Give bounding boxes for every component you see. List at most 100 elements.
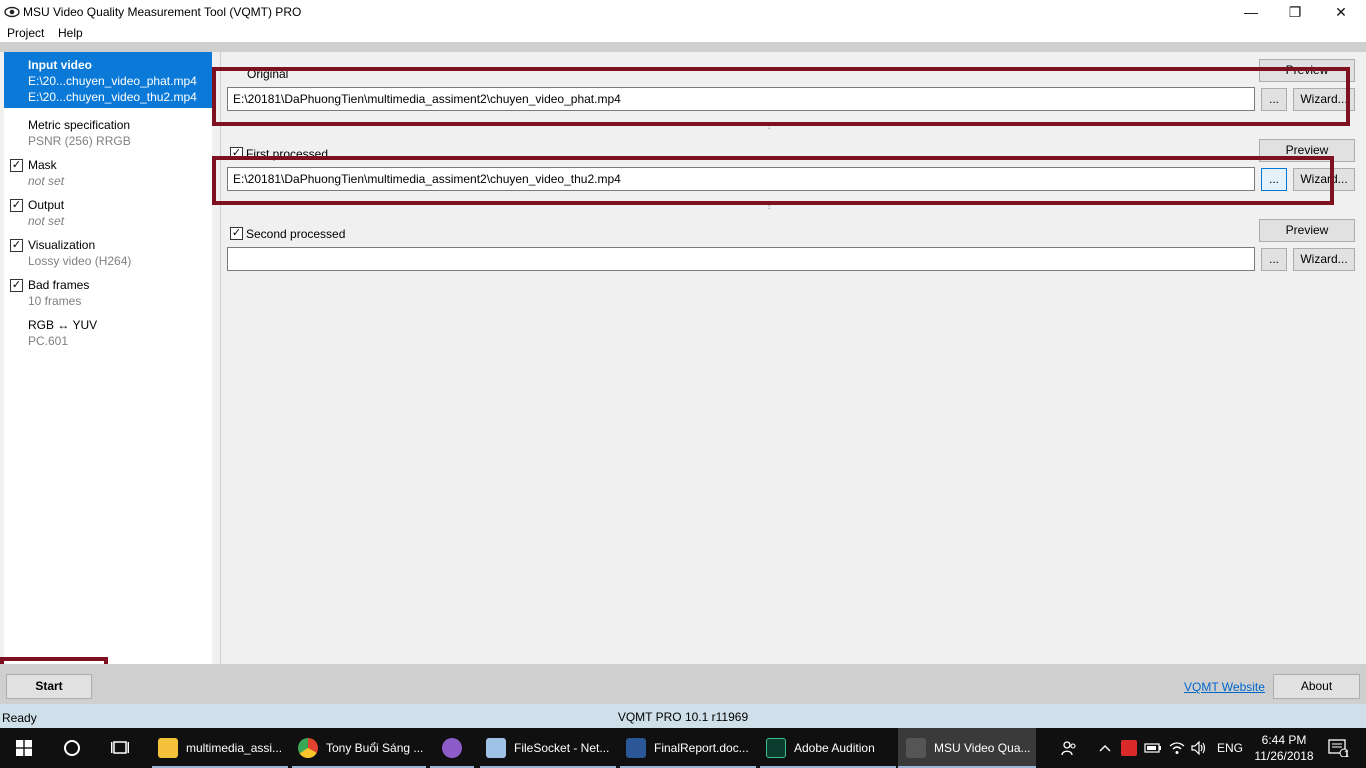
start-menu-button[interactable]	[0, 728, 48, 768]
menu-project[interactable]: Project	[7, 26, 44, 40]
sidebar-item-mask[interactable]: ✓ Mask not set	[4, 152, 212, 192]
taskbar-app-word[interactable]: FinalReport.doc...	[620, 728, 756, 768]
minimize-button[interactable]: —	[1228, 0, 1274, 24]
taskbar-app-filesocket[interactable]: FileSocket - Net...	[480, 728, 616, 768]
restore-button[interactable]: ❐	[1272, 0, 1318, 24]
second-wizard-button[interactable]: Wizard...	[1293, 248, 1355, 271]
people-glyph-icon	[1061, 741, 1076, 756]
taskbar-app-audition[interactable]: Adobe Audition	[760, 728, 896, 768]
sidebar-item-label: Input video	[28, 58, 92, 72]
wifi-icon[interactable]	[1166, 728, 1188, 768]
swap-arrow-icon[interactable]: ↕	[767, 202, 771, 211]
input-video-panel: Original Preview E:\20181\DaPhuongTien\m…	[220, 52, 1362, 664]
sidebar-item-original-path: E:\20...chuyen_video_phat.mp4	[28, 74, 197, 88]
taskbar-app-label: Adobe Audition	[794, 741, 875, 755]
show-hidden-icons-button[interactable]	[1094, 728, 1116, 768]
eye-icon	[906, 738, 926, 758]
first-browse-button[interactable]: ...	[1261, 168, 1287, 191]
task-view-icon	[111, 741, 129, 754]
start-button[interactable]: Start	[6, 674, 92, 699]
second-processed-checkbox[interactable]: ✓	[230, 227, 243, 240]
first-processed-checkbox[interactable]: ✓	[230, 147, 243, 160]
sidebar-item-label: RGB ↔ YUV	[28, 318, 98, 332]
original-path-field[interactable]: E:\20181\DaPhuongTien\multimedia_assimen…	[227, 87, 1255, 111]
sidebar-item-value: PC.601	[28, 334, 69, 348]
sidebar-item-processed-path: E:\20...chuyen_video_thu2.mp4	[28, 90, 197, 104]
menu-help[interactable]: Help	[58, 26, 83, 40]
word-icon	[626, 738, 646, 758]
cube-icon	[486, 738, 506, 758]
windows-logo-icon	[16, 740, 32, 756]
sidebar-item-input-video[interactable]: Input video E:\20...chuyen_video_phat.mp…	[4, 52, 212, 108]
speaker-icon	[1191, 741, 1206, 755]
sidebar-item-label: Metric specification	[28, 118, 131, 132]
status-bar: Ready VQMT PRO 10.1 r11969	[0, 704, 1366, 728]
vqmt-website-link[interactable]: VQMT Website	[1184, 680, 1265, 694]
restore-icon: ❐	[1288, 3, 1302, 20]
taskbar-app-label: MSU Video Qua...	[934, 741, 1031, 755]
about-button[interactable]: About	[1273, 674, 1360, 699]
visualization-checkbox[interactable]: ✓	[10, 239, 23, 252]
sidebar-item-bad-frames[interactable]: ✓ Bad frames 10 frames	[4, 272, 212, 312]
original-browse-button[interactable]: ...	[1261, 88, 1287, 111]
output-checkbox[interactable]: ✓	[10, 199, 23, 212]
swap-arrow-icon[interactable]: ↕	[767, 122, 771, 131]
action-center-button[interactable]: 1	[1318, 728, 1358, 768]
sidebar-item-visualization[interactable]: ✓ Visualization Lossy video (H264)	[4, 232, 212, 272]
vivaldi-tray-icon[interactable]	[1118, 728, 1140, 768]
windows-taskbar: multimedia_assi... Tony Buổi Sáng ... Fi…	[0, 728, 1366, 768]
taskbar-app-vqmt[interactable]: MSU Video Qua...	[898, 728, 1036, 768]
folder-icon	[158, 738, 178, 758]
original-label: Original	[247, 67, 289, 81]
first-wizard-button[interactable]: Wizard...	[1293, 168, 1355, 191]
first-preview-button[interactable]: Preview	[1259, 139, 1355, 162]
original-preview-button[interactable]: Preview	[1259, 59, 1355, 82]
second-browse-button[interactable]: ...	[1261, 248, 1287, 271]
notification-count: 1	[1344, 749, 1350, 759]
first-processed-path-field[interactable]: E:\20181\DaPhuongTien\multimedia_assimen…	[227, 167, 1255, 191]
taskbar-app-label: Tony Buổi Sáng ...	[326, 741, 424, 755]
taskbar-app-purple[interactable]	[430, 728, 474, 768]
second-processed-label: Second processed	[246, 227, 346, 241]
first-processed-label: First processed	[246, 147, 329, 161]
close-button[interactable]: ✕	[1318, 0, 1364, 24]
sidebar-item-rgb-yuv[interactable]: RGB ↔ YUV PC.601	[4, 312, 212, 352]
close-icon: ✕	[1335, 3, 1347, 20]
taskbar-app-label: multimedia_assi...	[186, 741, 283, 755]
sidebar-item-value: 10 frames	[28, 294, 82, 308]
minimize-icon: —	[1244, 4, 1258, 20]
language-indicator[interactable]: ENG	[1212, 728, 1248, 768]
sidebar-item-label: Output	[28, 198, 65, 212]
battery-icon[interactable]	[1142, 728, 1164, 768]
taskbar-app-chrome[interactable]: Tony Buổi Sáng ...	[292, 728, 426, 768]
taskbar-app-explorer[interactable]: multimedia_assi...	[152, 728, 288, 768]
mask-checkbox[interactable]: ✓	[10, 159, 23, 172]
chevron-up-icon	[1099, 745, 1111, 752]
sidebar-item-output[interactable]: ✓ Output not set	[4, 192, 212, 232]
audition-icon	[766, 738, 786, 758]
toolbar-separator	[0, 42, 1366, 52]
sidebar-item-value: not set	[28, 214, 65, 228]
second-preview-button[interactable]: Preview	[1259, 219, 1355, 242]
taskbar-app-label: FileSocket - Net...	[514, 741, 610, 755]
volume-icon[interactable]	[1188, 728, 1210, 768]
people-icon[interactable]	[1052, 728, 1086, 768]
second-processed-path-field[interactable]	[227, 247, 1255, 271]
clock[interactable]: 6:44 PM 11/26/2018	[1252, 732, 1316, 764]
original-wizard-button[interactable]: Wizard...	[1293, 88, 1355, 111]
battery-glyph-icon	[1144, 743, 1161, 753]
task-view-button[interactable]	[96, 728, 144, 768]
menu-bar: Project Help	[0, 24, 1366, 42]
version-text: VQMT PRO 10.1 r11969	[617, 710, 749, 724]
clock-date: 11/26/2018	[1254, 749, 1314, 763]
sidebar-item-metric[interactable]: Metric specification PSNR (256) RRGB	[4, 112, 212, 152]
sidebar-item-value: not set	[28, 174, 65, 188]
sidebar-item-label: Bad frames	[28, 278, 90, 292]
clock-time: 6:44 PM	[1261, 733, 1307, 747]
app-eye-icon	[4, 6, 20, 18]
cortana-circle-icon	[64, 740, 80, 756]
window-title: MSU Video Quality Measurement Tool (VQMT…	[23, 5, 302, 19]
bottom-bar: Start VQMT Website About	[0, 664, 1366, 704]
search-button[interactable]	[48, 728, 96, 768]
bad-frames-checkbox[interactable]: ✓	[10, 279, 23, 292]
